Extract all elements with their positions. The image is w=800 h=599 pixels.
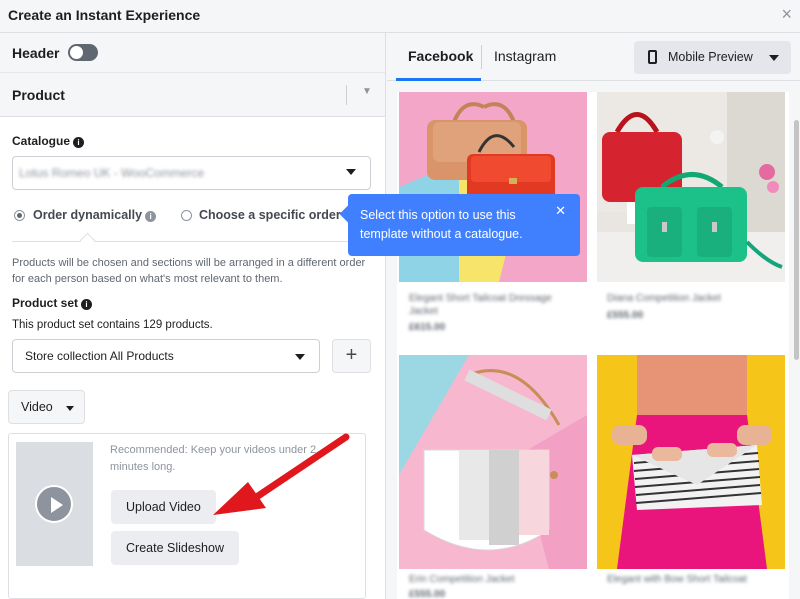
active-tab-indicator [396,78,481,81]
product-set-select[interactable]: Store collection All Products [12,339,320,373]
video-placeholder [16,442,93,566]
product-image [597,355,785,569]
product-set-label: Product set i [12,296,93,310]
video-recommendation: Recommended: Keep your videos under 2 mi… [110,444,317,473]
product-price: £555.00 [409,589,446,599]
mobile-preview-label: Mobile Preview [668,50,753,64]
product-image [399,355,587,569]
choose-specific-order-label[interactable]: Choose a specific order [199,208,341,222]
product-set-label-text: Product set [12,296,79,310]
choose-specific-order-radio[interactable] [181,210,192,221]
catalogue-label-text: Catalogue [12,134,71,148]
info-icon[interactable]: i [145,211,157,222]
order-description: Products will be chosen and sections wil… [12,257,366,285]
product-section-label: Product [12,87,65,103]
tab-facebook[interactable]: Facebook [408,48,473,64]
close-icon[interactable]: ✕ [555,203,566,219]
play-icon [35,485,73,523]
add-product-set-button[interactable]: + [332,339,371,373]
info-icon[interactable]: i [73,137,85,148]
dialog-title: Create an Instant Experience [8,7,201,23]
product-section-header[interactable]: Product ▼ [0,73,385,117]
chevron-down-icon [295,354,305,360]
dialog-titlebar: Create an Instant Experience × [0,0,800,33]
catalogue-value: Lotus Romeo UK - WooCommerce [19,166,205,180]
product-grid: Elegant Short Tailcoat Dressage Jacket £… [397,92,789,599]
product-name: Erin Competition Jacket [409,574,515,585]
product-name: Elegant Short Tailcoat Dressage Jacket [409,293,552,317]
product-price: £615.00 [409,322,446,333]
product-name: Diana Competition Jacket [607,293,721,304]
choose-order-tooltip: Select this option to use this template … [339,194,580,256]
media-type-dropdown[interactable]: Video [8,390,85,424]
settings-panel: Header Product ▼ Catalogue i Lotus Romeo … [0,33,386,599]
scrollbar[interactable] [794,120,799,360]
catalogue-label: Catalogue i [12,134,85,148]
product-price: £555.00 [607,310,644,321]
selection-pointer [79,232,96,249]
mobile-preview-dropdown[interactable]: Mobile Preview [634,41,791,74]
mobile-phone-icon [648,50,657,64]
order-dynamically-label[interactable]: Order dynamically i [33,208,157,222]
tooltip-text: Select this option to use this template … [360,208,523,241]
chevron-down-icon [66,406,74,411]
toggle-knob [70,46,83,59]
preview-tabs: Facebook Instagram Mobile Preview [387,33,800,81]
divider [481,45,482,69]
order-dynamically-radio[interactable] [14,210,25,221]
chevron-down-icon [769,55,779,61]
chevron-down-icon [346,169,356,175]
product-set-value: Store collection All Products [25,349,174,363]
header-toggle[interactable] [68,44,98,61]
media-upload-box: Recommended: Keep your videos under 2 mi… [8,433,366,599]
product-name: Elegant with Bow Short Tailcoat [607,574,747,585]
header-row: Header [0,33,385,73]
close-icon[interactable]: × [781,4,792,25]
product-set-count: This product set contains 129 products. [12,319,213,331]
media-type-label: Video [21,400,53,414]
catalogue-select[interactable]: Lotus Romeo UK - WooCommerce [12,156,371,190]
info-icon[interactable]: i [81,299,93,310]
tab-instagram[interactable]: Instagram [494,48,556,64]
upload-video-button[interactable]: Upload Video [111,490,216,524]
header-label: Header [12,45,60,61]
create-slideshow-button[interactable]: Create Slideshow [111,531,239,565]
preview-panel: Facebook Instagram Mobile Preview Elegan… [387,33,800,599]
collapse-caret-icon[interactable]: ▼ [362,86,372,97]
divider [346,85,347,105]
product-image [597,92,785,282]
divider [12,241,371,242]
order-dynamically-text: Order dynamically [33,208,143,222]
